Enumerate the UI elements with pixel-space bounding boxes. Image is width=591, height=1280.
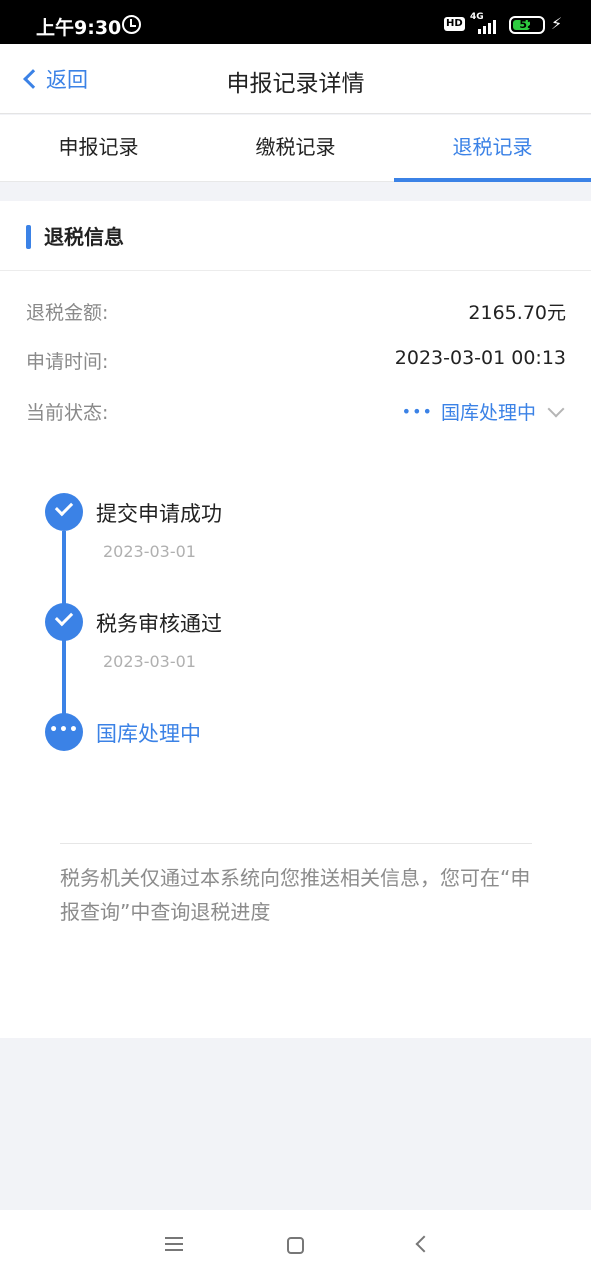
refund-amount-row: 退税金额: 2165.70元 — [26, 298, 566, 328]
status-toggle[interactable]: ••• 国库处理中 — [402, 398, 566, 425]
tab-declaration-records[interactable]: 申报记录 — [0, 115, 197, 181]
signal-icon — [478, 18, 500, 34]
status-time: 上午9:30 — [36, 17, 122, 39]
chevron-down-icon — [547, 400, 565, 417]
apply-time-value: 2023-03-01 00:13 — [394, 347, 566, 369]
step-done-icon — [45, 493, 83, 531]
field-label: 申请时间: — [26, 351, 109, 373]
timeline-step-date: 2023-03-01 — [103, 542, 196, 561]
field-label: 当前状态: — [26, 402, 109, 424]
hd-icon: HD — [444, 17, 465, 31]
tab-refund-records[interactable]: 退税记录 — [394, 115, 591, 182]
timeline-step-label: 提交申请成功 — [96, 502, 222, 526]
tab-bar: 申报记录 缴税记录 退税记录 — [0, 115, 591, 182]
divider — [60, 843, 532, 844]
section-title: 退税信息 — [44, 225, 124, 249]
home-icon[interactable] — [287, 1237, 304, 1254]
system-nav-bar — [0, 1210, 591, 1280]
apply-time-row: 申请时间: 2023-03-01 00:13 — [26, 347, 566, 377]
timeline-step-label: 国库处理中 — [96, 722, 201, 746]
info-note: 税务机关仅通过本系统向您推送相关信息，您可在“申报查询”中查询退税进度 — [60, 866, 531, 924]
step-done-icon — [45, 603, 83, 641]
current-status-value: 国库处理中 — [440, 402, 536, 424]
header: 返回 申报记录详情 — [0, 44, 591, 114]
current-status-row: 当前状态: ••• 国库处理中 — [26, 398, 566, 428]
check-icon — [54, 607, 74, 627]
refund-amount-value: 2165.70元 — [468, 302, 566, 324]
page-title: 申报记录详情 — [226, 71, 365, 97]
tab-payment-records[interactable]: 缴税记录 — [197, 115, 394, 181]
field-label: 退税金额: — [26, 302, 109, 324]
charging-icon: ⚡ — [551, 14, 563, 33]
battery-icon: 52 — [509, 16, 545, 34]
battery-percent: 52 — [519, 18, 535, 31]
refund-info-card: 退税信息 退税金额: 2165.70元 申请时间: 2023-03-01 00:… — [0, 201, 591, 1038]
timeline-step-label: 税务审核通过 — [96, 612, 222, 636]
alarm-icon — [122, 15, 141, 34]
timeline-step-date: 2023-03-01 — [103, 652, 196, 671]
more-dots-icon: ••• — [49, 722, 79, 738]
status-bar: 上午9:30 HD 4G 52 ⚡ — [0, 0, 591, 44]
menu-icon[interactable] — [165, 1237, 183, 1252]
section-accent-bar — [26, 225, 31, 249]
check-icon — [54, 497, 74, 517]
step-pending-icon: ••• — [45, 713, 83, 751]
back-nav-icon[interactable] — [415, 1235, 433, 1253]
more-dots-icon: ••• — [401, 402, 433, 421]
section-header: 退税信息 — [0, 201, 591, 271]
